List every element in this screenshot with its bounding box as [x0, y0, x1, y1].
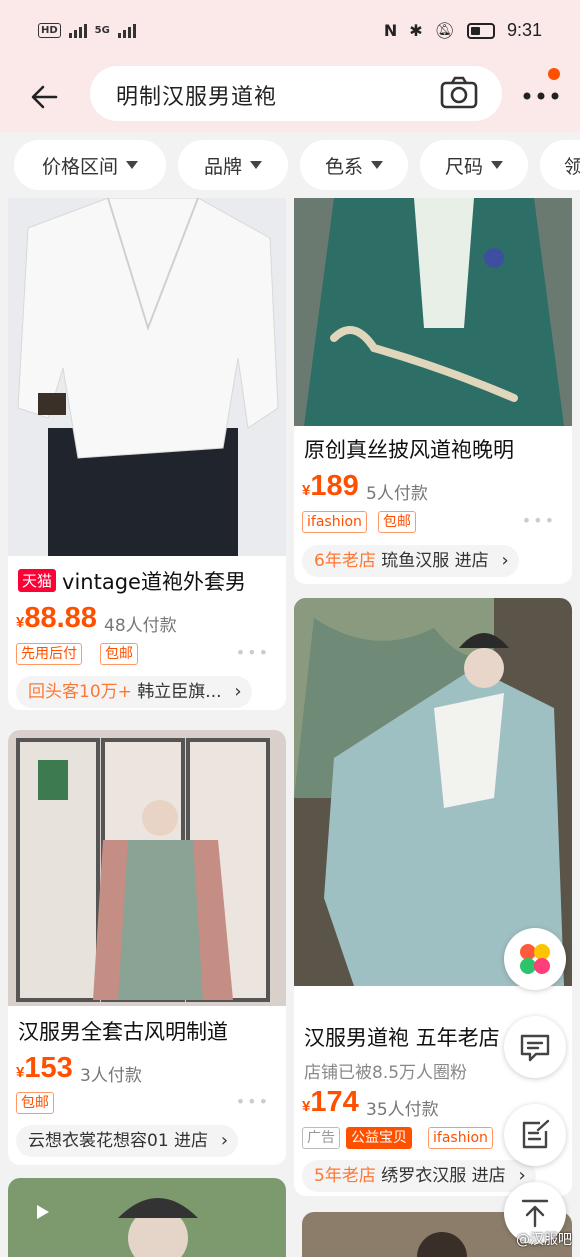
tag-free-shipping: 包邮 [16, 1092, 54, 1114]
search-input[interactable]: 明制汉服男道袍 [116, 79, 277, 111]
product-image [8, 730, 286, 1006]
color-palette-icon [520, 944, 550, 974]
edit-note-icon [522, 1119, 550, 1149]
chevron-right-icon: › [501, 550, 509, 571]
dropdown-icon [371, 161, 383, 169]
tag-ad: 广告 [302, 1127, 340, 1149]
product-card[interactable]: 原创真丝披风道袍晚明 ¥189 5人付款 ifashion 包邮 ••• 6年老… [294, 198, 572, 584]
product-image [8, 198, 286, 556]
price-value: 189 [310, 470, 359, 502]
customer-service-button[interactable] [504, 1016, 566, 1078]
camera-icon[interactable] [440, 76, 478, 110]
product-title: 原创真丝披风道袍晚明 [304, 438, 514, 462]
hd-indicator: HD [38, 22, 61, 38]
network-type: 5G [94, 24, 110, 36]
shop-fans-text: 店铺已被8.5万人圈粉 [304, 1063, 468, 1083]
filter-label: 尺码 [444, 155, 483, 178]
shop-highlight: 回头客10万+ [28, 682, 132, 702]
price-value: 153 [24, 1052, 73, 1084]
tag-free-shipping: 包邮 [100, 643, 138, 665]
filter-color[interactable]: 色系 [300, 140, 408, 190]
shop-name: 韩立臣旗... [137, 682, 222, 702]
chat-icon [520, 1034, 550, 1062]
shop-link[interactable]: 5年老店 绣罗衣汉服 进店 › [302, 1160, 536, 1192]
filter-brand[interactable]: 品牌 [178, 140, 288, 190]
shop-link[interactable]: 6年老店 琉鱼汉服 进店 › [302, 545, 519, 577]
tmall-badge: 天猫 [18, 569, 57, 592]
price-value: 88.88 [24, 602, 97, 634]
filter-bar: 价格区间 品牌 色系 尺码 领 [0, 132, 580, 198]
tag-charity: 公益宝贝 [346, 1127, 412, 1149]
arrow-up-icon [521, 1199, 549, 1228]
nfc-icon: N [383, 21, 398, 40]
search-header: 明制汉服男道袍 [0, 66, 580, 132]
filter-label: 价格区间 [41, 155, 118, 178]
product-title: 汉服男道袍 五年老店 [304, 1026, 500, 1050]
color-wheel-button[interactable] [504, 928, 566, 990]
product-card[interactable]: 汉服男全套古风明制道 ¥153 3人付款 包邮 ••• 云想衣裳花想容01 进店… [8, 730, 286, 1165]
product-price: ¥189 [302, 470, 359, 503]
filter-collar[interactable]: 领 [540, 140, 580, 190]
tag-ifashion: ifashion [302, 511, 367, 533]
status-bar: HD 5G N ✱ 🔕︎ 9:31 [0, 0, 580, 66]
shop-name: 绣罗衣汉服 进店 [381, 1166, 506, 1186]
shop-name: 琉鱼汉服 进店 [381, 551, 489, 571]
product-image [294, 198, 572, 426]
feedback-button[interactable] [504, 1104, 566, 1166]
sold-count: 48人付款 [104, 616, 177, 636]
filter-label: 品牌 [203, 155, 242, 178]
dropdown-icon [250, 161, 262, 169]
battery-icon [466, 22, 495, 39]
product-title-text: vintage道袍外套男 [62, 570, 246, 594]
watermark: @汉服吧 [516, 1232, 572, 1248]
product-price: ¥153 [16, 1052, 73, 1085]
shop-link[interactable]: 回头客10万+ 韩立臣旗... › [16, 676, 252, 708]
filter-label: 领 [564, 155, 580, 178]
more-options-icon[interactable]: ••• [236, 643, 270, 662]
more-options-icon[interactable]: ••• [522, 511, 556, 530]
tag-ifashion: ifashion [428, 1127, 493, 1149]
product-title: 天猫 vintage道袍外套男 [18, 566, 280, 596]
shop-link[interactable]: 云想衣裳花想容01 进店 › [16, 1125, 239, 1157]
bluetooth-icon: ✱ [409, 21, 423, 40]
product-title: 汉服男全套古风明制道 [18, 1020, 228, 1044]
filter-price-range[interactable]: 价格区间 [14, 140, 166, 190]
sold-count: 35人付款 [366, 1100, 439, 1120]
filter-label: 色系 [324, 155, 363, 178]
dropdown-icon [126, 161, 138, 169]
play-icon[interactable] [32, 1202, 52, 1222]
tag-pay-later: 先用后付 [16, 643, 82, 665]
signal-icon [68, 22, 87, 38]
back-arrow-icon[interactable] [28, 80, 62, 114]
filter-size[interactable]: 尺码 [420, 140, 528, 190]
shop-name: 云想衣裳花想容01 进店 [28, 1131, 209, 1151]
chevron-right-icon: › [220, 1130, 229, 1151]
search-box[interactable]: 明制汉服男道袍 [90, 66, 502, 121]
product-card[interactable] [8, 1178, 286, 1257]
chevron-right-icon: › [234, 681, 242, 702]
tag-free-shipping: 包邮 [378, 511, 416, 533]
dropdown-icon [491, 161, 503, 169]
mute-icon: 🔕︎ [434, 21, 455, 40]
shop-highlight: 6年老店 [314, 551, 376, 571]
price-value: 174 [310, 1086, 359, 1118]
more-options-icon[interactable]: ••• [236, 1092, 270, 1111]
product-card[interactable]: 天猫 vintage道袍外套男 ¥88.88 48人付款 先用后付 包邮 ••• … [8, 198, 286, 710]
sold-count: 3人付款 [80, 1066, 142, 1086]
notification-dot [548, 68, 560, 80]
sold-count: 5人付款 [366, 484, 428, 504]
product-price: ¥174 [302, 1086, 359, 1119]
more-icon[interactable] [522, 86, 560, 106]
product-price: ¥88.88 [16, 602, 97, 635]
shop-highlight: 5年老店 [314, 1166, 376, 1186]
signal-icon-2 [117, 22, 136, 38]
clock: 9:31 [506, 20, 542, 40]
